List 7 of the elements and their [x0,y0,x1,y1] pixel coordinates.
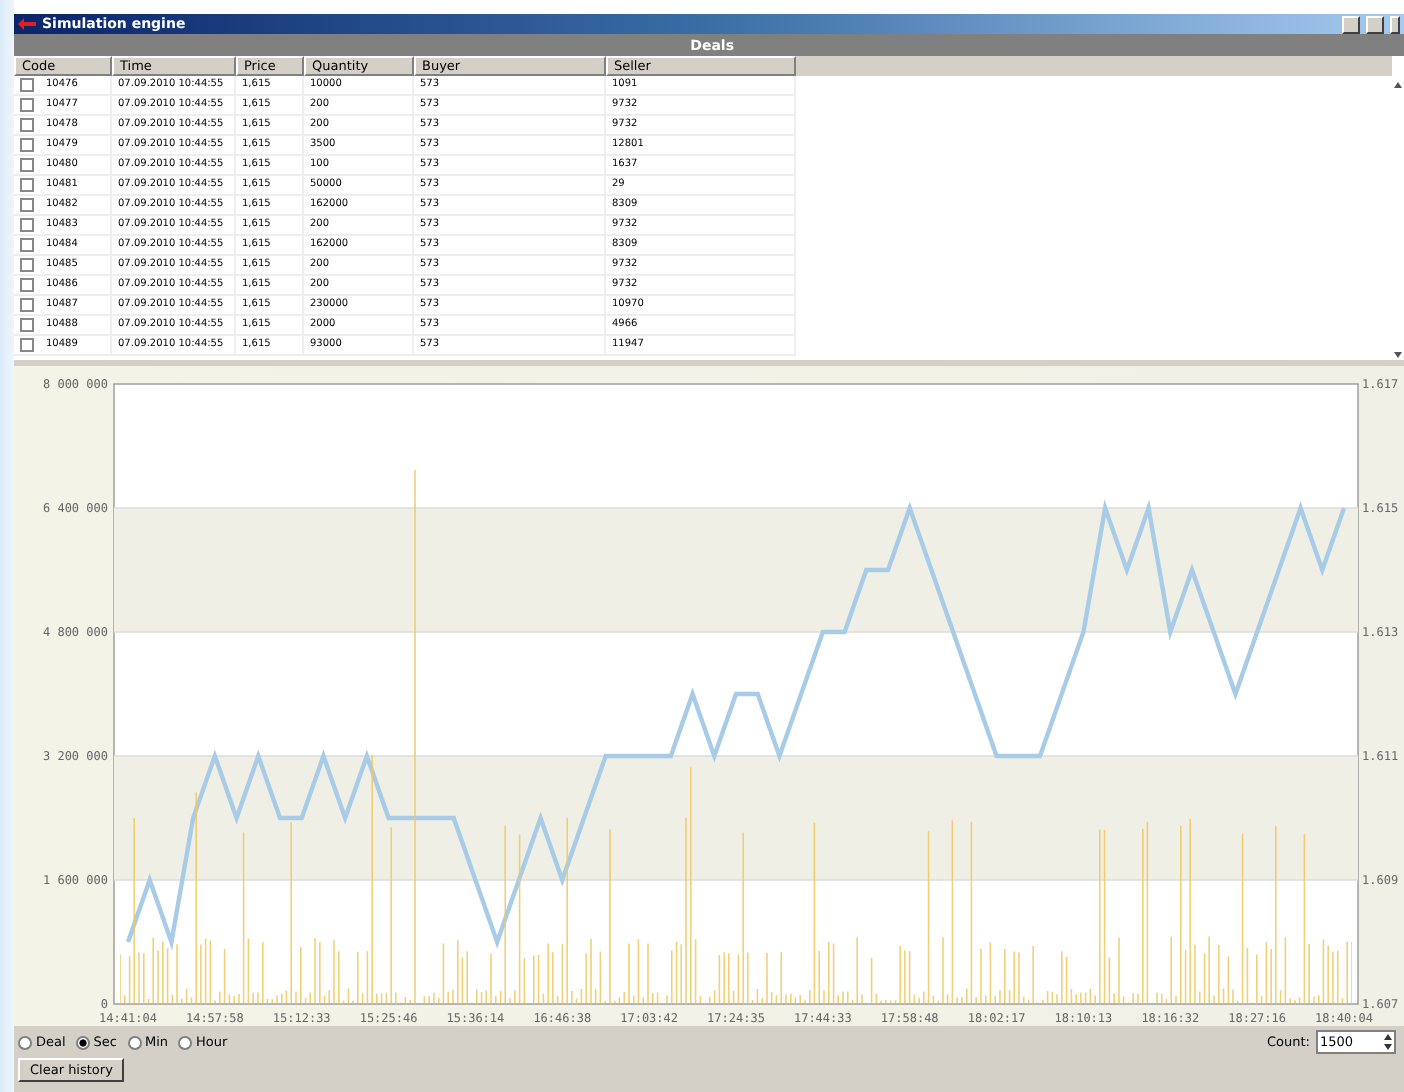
scroll-down-icon[interactable] [1392,350,1404,360]
scroll-up-icon[interactable] [1392,80,1404,90]
maximize-button[interactable] [1366,15,1384,33]
spin-arrows-icon[interactable] [1382,1032,1394,1052]
minimize-button[interactable] [1342,15,1360,33]
app-logo-icon [18,18,36,30]
close-button[interactable] [1390,15,1400,33]
